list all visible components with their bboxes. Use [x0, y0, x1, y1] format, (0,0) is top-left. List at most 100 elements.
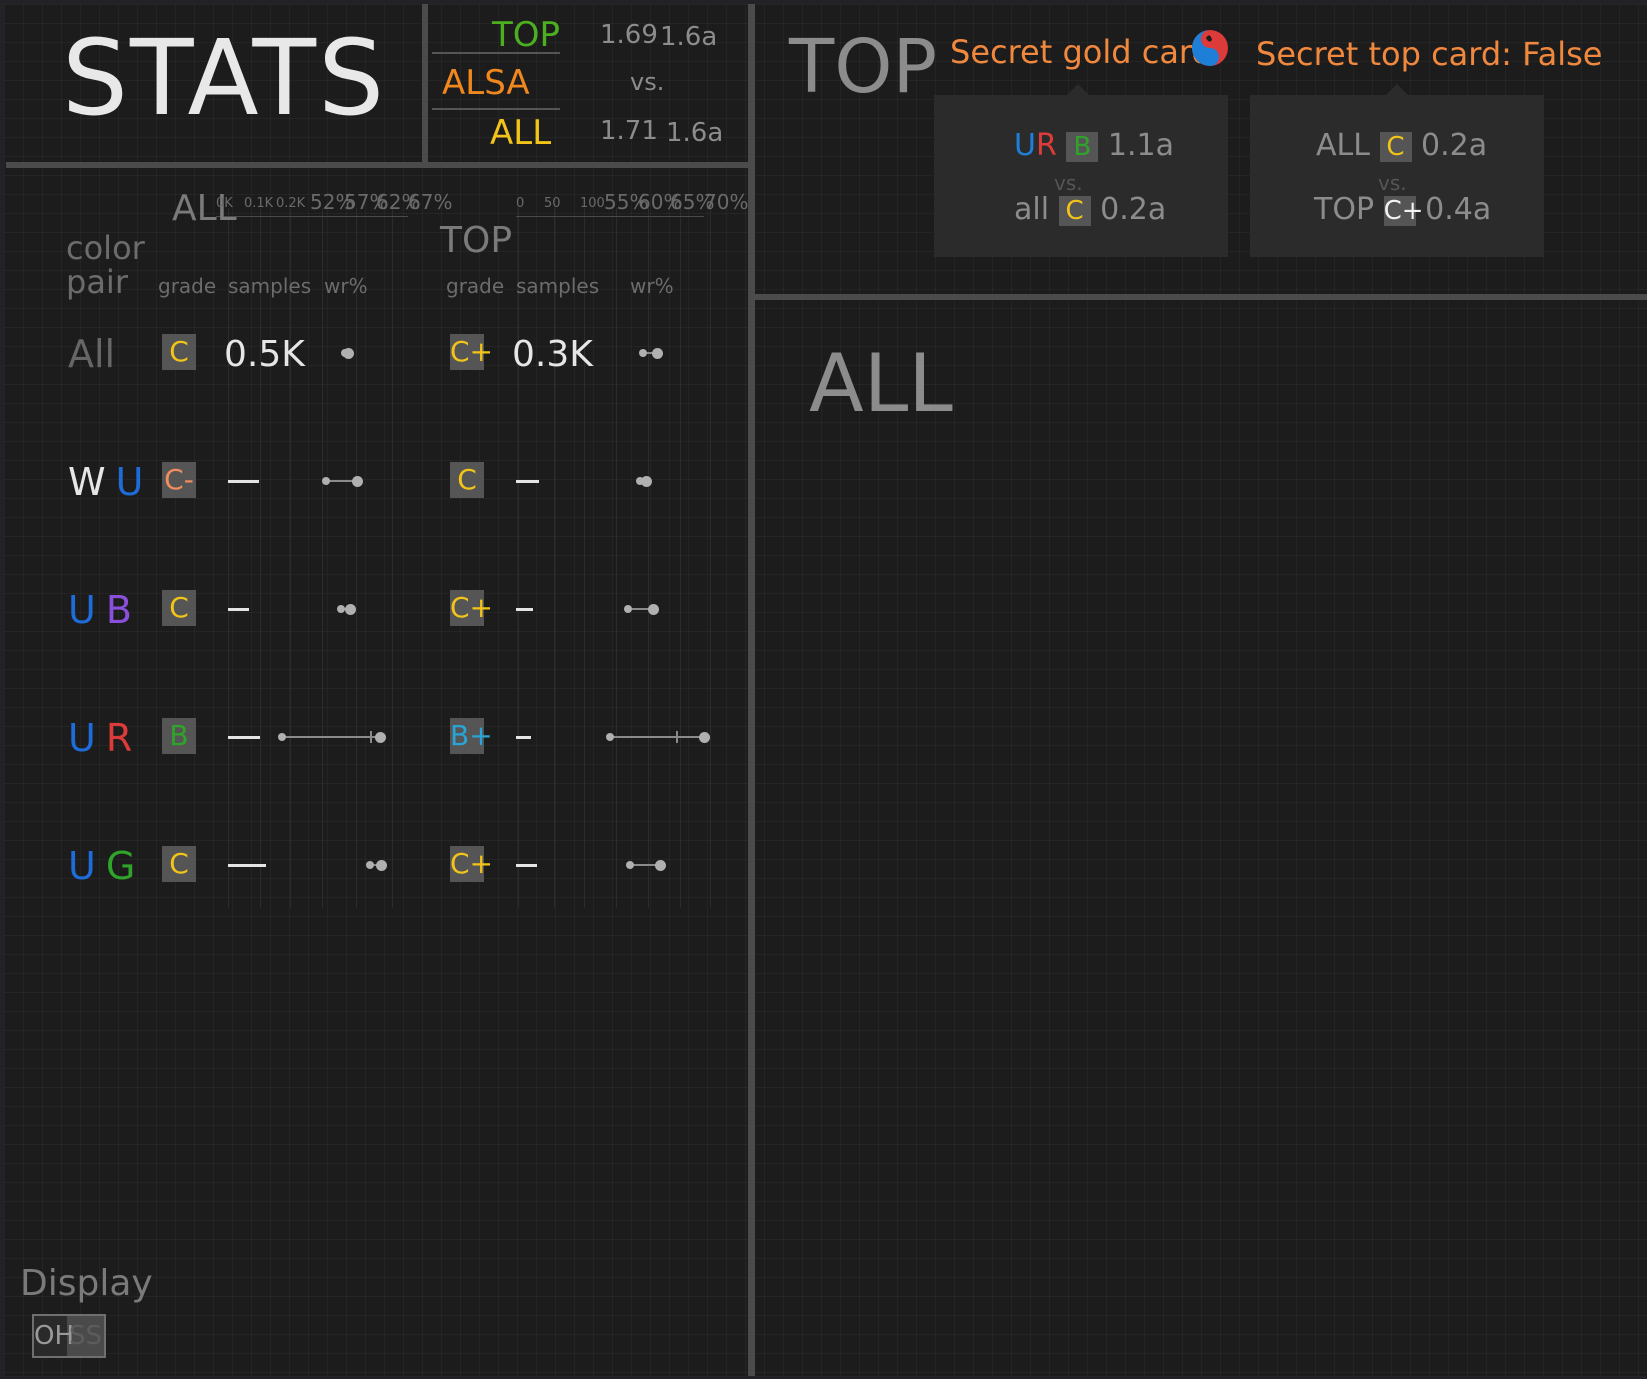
grid-column-line [290, 208, 291, 908]
secret-gold-card-icon[interactable] [1190, 28, 1230, 68]
winrate-dot-low [366, 861, 374, 869]
color-pair-letter: U [68, 844, 96, 888]
grid-column-line [680, 208, 681, 908]
gold-popup-pair-b: R [1035, 128, 1057, 163]
winrate-median-tick [370, 731, 372, 743]
winrate-dot-low [639, 349, 647, 357]
column-header-grade: grade [446, 274, 505, 298]
top-title: TOP [789, 24, 938, 110]
winrate-dot-high [345, 604, 356, 615]
color-pair-letter: All [68, 332, 116, 376]
grade-badge-all: B [162, 718, 196, 754]
gold-popup-line2: all C 0.2a [1014, 195, 1166, 226]
color-pair-header: pair [66, 263, 128, 301]
main-vertical-divider [748, 4, 755, 1376]
top-popup-label: ALL [1316, 128, 1370, 163]
winrate-dot-high [352, 476, 363, 487]
color-pair-label: UG [68, 844, 135, 888]
winrate-axis-tick: 67% [408, 190, 453, 214]
display-toggle-off[interactable]: SS [69, 1316, 102, 1356]
top-popup-line1: ALL C 0.2a [1316, 131, 1487, 162]
comparison-all-value: 1.71 [600, 116, 658, 146]
color-pair-letter: B [105, 588, 132, 632]
top-popup-grade: C+ [1383, 195, 1424, 226]
column-header-grade: grade [158, 274, 217, 298]
gold-popup-pair-a: U [1014, 128, 1036, 163]
alsa-comparison: TOP ALSA ALL 1.69 1.6a vs. 1.71 1.6a [428, 4, 748, 162]
samples-axis-tick: 0.2K [276, 196, 306, 211]
grade-badge-top: C [450, 462, 484, 498]
gold-popup-grade: C [1058, 195, 1091, 226]
grade-badge-all: C [162, 590, 196, 626]
comparison-top-label: TOP [492, 15, 561, 55]
comparison-separator [432, 52, 560, 54]
winrate-range [610, 736, 704, 738]
winrate-dot-high [699, 732, 710, 743]
samples-value: 0.3K [512, 334, 593, 375]
stats-title: STATS [62, 17, 387, 139]
color-pair-letter: W [68, 460, 106, 504]
grade-badge-top: C+ [450, 846, 494, 882]
gold-popup-grade: B [1066, 131, 1099, 162]
grid-column-line [584, 208, 585, 908]
color-pair-letter: G [105, 844, 136, 888]
gold-popup-pointer [1067, 84, 1089, 95]
winrate-dot-low [278, 733, 286, 741]
grade-badge-all: C [162, 334, 196, 370]
grid-column-line [356, 208, 357, 908]
winrate-axis-tick: 70% [704, 190, 749, 214]
samples-bar [228, 480, 259, 483]
samples-axis-tick: 0 [516, 196, 525, 211]
samples-axis-tick: 0K [216, 196, 233, 211]
winrate-dot-high [648, 604, 659, 615]
top-popup-line2: TOP C+ 0.4a [1314, 195, 1491, 226]
winrate-dot-high [641, 476, 652, 487]
comparison-top-value: 1.69 [600, 20, 658, 50]
column-header-samples: samples [516, 274, 600, 298]
winrate-dot-low [337, 605, 345, 613]
samples-axis-tick: 0.1K [244, 196, 274, 211]
grade-badge-top: C+ [450, 334, 494, 370]
winrate-dot-low [626, 861, 634, 869]
column-header-wr: wr% [630, 274, 674, 298]
winrate-dot-high [343, 348, 354, 359]
top-popup-label: TOP [1314, 192, 1375, 227]
top-popup-value: 0.4a [1425, 192, 1492, 227]
comparison-top-value: 1.6a [660, 22, 718, 52]
color-pair-letter: R [105, 716, 133, 760]
color-pair-label: WU [68, 460, 143, 504]
grid-column-line [710, 208, 711, 908]
column-header-wr: wr% [324, 274, 368, 298]
secret-gold-card-label: Secret gold card: [950, 33, 1223, 71]
grid-column-line [228, 208, 229, 908]
all-title: ALL [809, 337, 953, 430]
grade-badge-all: C [162, 846, 196, 882]
samples-bar [228, 736, 260, 739]
grade-badge-top: B+ [450, 718, 493, 754]
stats-board: STATS TOP ALSA ALL 1.69 1.6a vs. 1.71 1.… [4, 4, 1647, 1376]
color-pair-label: All [68, 332, 115, 376]
gold-card-popup: UR B 1.1a vs. all C 0.2a [934, 95, 1228, 257]
winrate-dot-low [606, 733, 614, 741]
samples-axis-tick: 100 [580, 196, 605, 211]
display-toggle-on[interactable]: OH [34, 1316, 74, 1356]
grid-column-line [518, 208, 519, 908]
comparison-all-label: ALL [490, 113, 552, 153]
color-pair-letter: U [68, 716, 96, 760]
color-pair-table: color pair ALL 0K 0.1K 0.2K 52% 57% 62% 67% grad… [4, 168, 748, 948]
comparison-separator [432, 108, 560, 110]
samples-bar [228, 864, 266, 867]
winrate-dot-high [652, 348, 663, 359]
gold-popup-line1: UR B 1.1a [1014, 131, 1174, 162]
grade-badge-top: C+ [450, 590, 494, 626]
display-label: Display [20, 1263, 153, 1304]
column-header-samples: samples [228, 274, 312, 298]
display-toggle[interactable]: OH SS [32, 1314, 106, 1358]
samples-bar [516, 864, 537, 867]
winrate-range [282, 736, 380, 738]
samples-bar [516, 480, 539, 483]
winrate-dot-low [624, 605, 632, 613]
samples-bar [516, 736, 531, 739]
grid-column-line [392, 208, 393, 908]
color-pair-label: UB [68, 588, 132, 632]
